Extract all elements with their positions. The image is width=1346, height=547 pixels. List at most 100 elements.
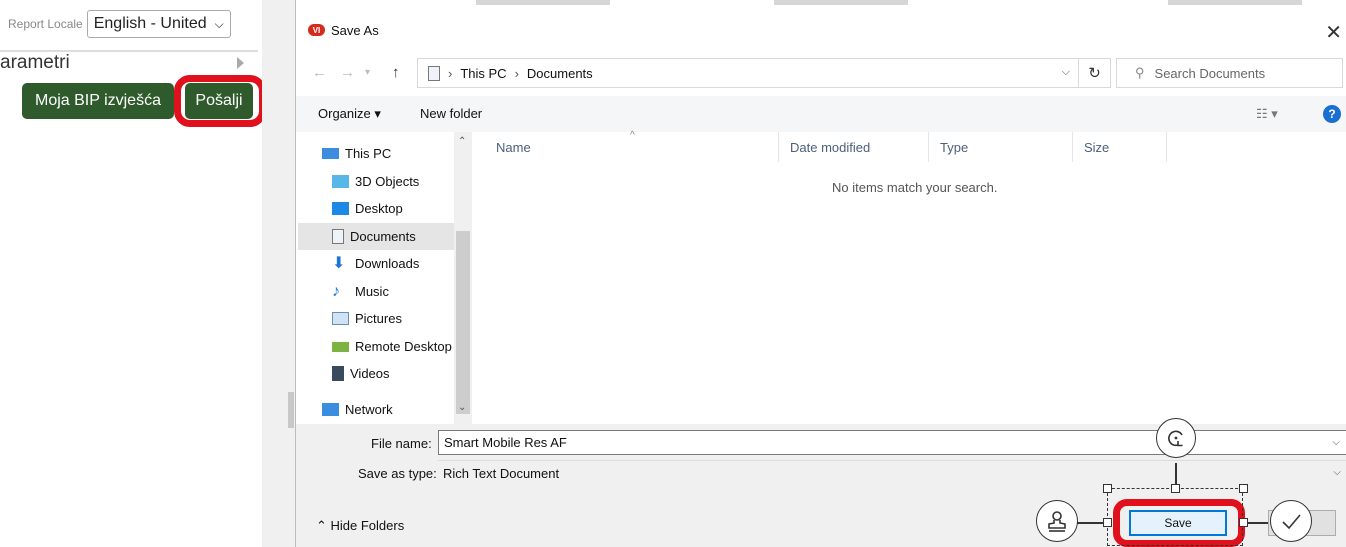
resize-handle[interactable] xyxy=(1239,518,1248,527)
empty-list-message: No items match your search. xyxy=(832,180,998,195)
remote-desktop-icon xyxy=(332,341,349,352)
column-header-name[interactable]: Name xyxy=(496,140,531,155)
desktop-icon xyxy=(332,202,349,215)
app-icon: VI xyxy=(308,24,325,36)
file-list: ^ Name Date modified Type Size No items … xyxy=(472,130,1346,424)
save-as-type-value: Rich Text Document xyxy=(443,466,560,481)
close-icon[interactable]: ✕ xyxy=(1325,20,1342,45)
breadcrumb-this-pc[interactable]: This PC xyxy=(460,66,506,81)
nav-item-pictures[interactable]: Pictures xyxy=(332,305,464,332)
title-bar: VI Save As ✕ xyxy=(296,14,1346,44)
my-bip-reports-button[interactable]: Moja BIP izvješća xyxy=(22,83,174,119)
column-divider[interactable] xyxy=(1072,132,1073,162)
recent-locations-icon[interactable]: ▾ xyxy=(365,67,370,78)
help-icon[interactable]: ? xyxy=(1323,105,1341,123)
selection-frame xyxy=(1107,488,1243,546)
nav-item-label: 3D Objects xyxy=(355,174,420,189)
document-icon xyxy=(428,65,440,81)
save-as-type-select[interactable]: Rich Text Document ⌵ xyxy=(438,460,1346,485)
search-icon: ⚲ xyxy=(1135,65,1145,80)
nav-item-downloads[interactable]: ⬇ Downloads xyxy=(332,250,464,277)
breadcrumb-documents[interactable]: Documents xyxy=(527,66,593,81)
search-placeholder: Search Documents xyxy=(1154,65,1266,81)
locale-select[interactable]: English - United ⌵ xyxy=(86,10,231,38)
nav-item-label: Downloads xyxy=(355,256,420,271)
download-icon: ⬇ xyxy=(332,255,346,272)
send-button[interactable]: Pošalji xyxy=(185,83,253,119)
expand-arrow-icon xyxy=(237,57,244,69)
new-folder-button[interactable]: New folder xyxy=(420,106,482,121)
column-header-type[interactable]: Type xyxy=(940,140,968,155)
chevron-up-icon: ⌃ xyxy=(316,518,331,533)
column-divider[interactable] xyxy=(928,132,929,162)
scroll-down-icon[interactable]: ⌄ xyxy=(458,402,466,413)
back-arrow-icon[interactable]: ← xyxy=(312,64,327,81)
search-box[interactable]: ⚲ Search Documents xyxy=(1116,58,1343,88)
up-arrow-icon[interactable]: ↑ xyxy=(392,64,400,81)
background-tab xyxy=(1168,0,1302,5)
scrollbar-thumb[interactable] xyxy=(456,231,470,414)
locale-label: Report Locale xyxy=(8,17,83,31)
checkmark-icon[interactable] xyxy=(1270,500,1312,542)
splitter-handle[interactable] xyxy=(288,392,294,428)
save-as-type-label: Save as type: xyxy=(358,466,437,481)
nav-item-label: Network xyxy=(345,402,393,417)
resize-handle[interactable] xyxy=(1171,484,1180,493)
picture-icon xyxy=(332,312,349,325)
nav-item-label: Documents xyxy=(350,229,416,244)
file-name-input[interactable]: Smart Mobile Res AF ⌵ xyxy=(438,430,1346,455)
chevron-down-icon[interactable]: ⌵ xyxy=(1333,467,1341,478)
organize-menu[interactable]: Organize ▾ xyxy=(318,106,381,122)
nav-item-remote-desktop[interactable]: Remote Desktop xyxy=(332,333,464,360)
hide-folders-toggle[interactable]: ⌃ Hide Folders xyxy=(316,518,404,534)
nav-item-network[interactable]: Network xyxy=(322,396,454,423)
nav-item-label: Music xyxy=(355,284,389,299)
hide-folders-label: Hide Folders xyxy=(330,518,405,533)
nav-item-label: This PC xyxy=(345,146,392,161)
column-divider[interactable] xyxy=(1166,132,1167,162)
scroll-up-icon[interactable]: ⌃ xyxy=(458,136,466,147)
file-name-label: File name: xyxy=(371,436,432,451)
address-bar[interactable]: › This PC › Documents ⌵ xyxy=(417,58,1079,88)
pc-icon xyxy=(322,148,339,159)
nav-item-desktop[interactable]: Desktop xyxy=(332,195,464,222)
nav-item-3d-objects[interactable]: 3D Objects xyxy=(332,168,464,195)
file-name-value: Smart Mobile Res AF xyxy=(444,435,567,450)
parameters-header[interactable]: arametri xyxy=(0,50,258,74)
save-as-dialog: VI Save As ✕ ← → ▾ ↑ › This PC › Documen… xyxy=(295,0,1346,547)
nav-item-label: Pictures xyxy=(355,311,402,326)
chevron-right-icon: › xyxy=(448,65,453,81)
chevron-down-icon: ⌵ xyxy=(214,16,224,31)
nav-item-documents[interactable]: Documents xyxy=(298,223,454,250)
column-divider[interactable] xyxy=(778,132,779,162)
column-header-size[interactable]: Size xyxy=(1084,140,1109,155)
connector-line xyxy=(1175,463,1177,485)
nav-item-this-pc[interactable]: This PC xyxy=(322,140,454,167)
navigation-bar: ← → ▾ ↑ › This PC › Documents ⌵ ↻ ⚲ Sear… xyxy=(296,56,1346,88)
resize-handle[interactable] xyxy=(1103,484,1112,493)
forward-arrow-icon[interactable]: → xyxy=(340,64,355,81)
nav-scrollbar[interactable]: ⌃ ⌄ xyxy=(454,132,472,424)
document-icon xyxy=(332,229,344,244)
nav-item-label: Remote Desktop xyxy=(355,339,452,354)
connector-line xyxy=(1074,522,1104,524)
connector-line xyxy=(1248,522,1268,524)
nav-item-label: Videos xyxy=(350,366,390,381)
resize-handle[interactable] xyxy=(1239,484,1248,493)
refresh-button[interactable]: ↻ xyxy=(1079,58,1111,88)
nav-item-music[interactable]: ♪ Music xyxy=(332,278,464,305)
command-toolbar: Organize ▾ New folder ☷ ▾ ? xyxy=(296,96,1346,132)
report-app-panel: Report Locale English - United ⌵ arametr… xyxy=(0,0,266,547)
cube-icon xyxy=(332,175,349,188)
parameters-label: arametri xyxy=(0,52,70,73)
resize-handle[interactable] xyxy=(1103,518,1112,527)
chevron-right-icon: › xyxy=(514,65,519,81)
view-options-icon[interactable]: ☷ ▾ xyxy=(1256,106,1278,122)
column-header-date-modified[interactable]: Date modified xyxy=(790,140,870,155)
stamp-icon[interactable] xyxy=(1036,500,1078,542)
nav-item-videos[interactable]: Videos xyxy=(332,360,464,387)
locale-row: Report Locale English - United ⌵ xyxy=(8,10,231,38)
chevron-down-icon[interactable]: ⌵ xyxy=(1062,66,1070,79)
rotate-icon[interactable] xyxy=(1156,418,1196,458)
chevron-down-icon[interactable]: ⌵ xyxy=(1332,437,1340,448)
